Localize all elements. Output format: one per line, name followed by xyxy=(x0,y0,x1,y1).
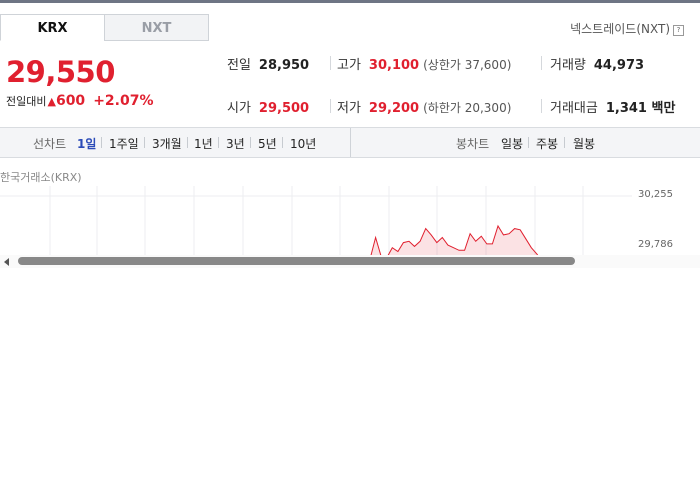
stat-low: 저가 29,200 (하한가 20,300) xyxy=(337,97,511,116)
divider xyxy=(250,137,251,148)
change-amount: 600 xyxy=(55,93,86,109)
stat-label: 거래대금 xyxy=(550,101,598,116)
help-icon[interactable]: ? xyxy=(673,25,684,36)
period-weekly-candle[interactable]: 주봉 xyxy=(536,135,558,152)
stat-label: 시가 xyxy=(227,101,251,116)
top-border xyxy=(0,0,700,3)
divider xyxy=(218,137,219,148)
candle-chart-label: 봉차트 xyxy=(456,137,490,151)
divider xyxy=(330,99,331,113)
period-daily-candle[interactable]: 일봉 xyxy=(501,135,523,152)
period-1d[interactable]: 1일 xyxy=(77,135,96,152)
change-label: 전일대비 xyxy=(6,95,47,108)
period-3m[interactable]: 3개월 xyxy=(152,135,182,152)
y-tick-label: 29,786 xyxy=(638,239,673,250)
nxt-info-link[interactable]: 넥스트레이드(NXT)? xyxy=(570,20,684,37)
divider xyxy=(528,137,529,148)
nxt-link-label: 넥스트레이드(NXT) xyxy=(570,22,670,36)
stat-value: 30,100 xyxy=(368,58,420,73)
divider xyxy=(282,137,283,148)
price-area xyxy=(320,226,548,283)
period-5y[interactable]: 5년 xyxy=(258,135,277,152)
period-1w[interactable]: 1주일 xyxy=(109,135,139,152)
divider xyxy=(350,128,351,157)
market-tabs: KRX NXT xyxy=(0,14,210,42)
period-1y[interactable]: 1년 xyxy=(194,135,213,152)
price-change: 전일대비▲600 +2.07% xyxy=(6,93,154,109)
stat-label: 저가 xyxy=(337,101,361,116)
period-10y[interactable]: 10년 xyxy=(290,135,316,152)
price-chart: 30,255 29,786 xyxy=(0,186,700,283)
y-tick-label: 30,255 xyxy=(638,189,673,200)
change-percent: +2.07% xyxy=(93,93,154,109)
divider xyxy=(541,99,542,113)
stat-value: 28,950 xyxy=(258,58,310,73)
chart-source-label: 한국거래소(KRX) xyxy=(0,171,82,184)
scroll-left-arrow-icon[interactable] xyxy=(4,258,9,266)
period-selector-bar: 선차트 1일 1주일 3개월 1년 3년 5년 10년 봉차트 일봉 주봉 월봉 xyxy=(0,127,700,158)
divider xyxy=(564,137,565,148)
divider xyxy=(144,137,145,148)
stat-value: 1,341 백만 xyxy=(605,101,676,116)
stat-label: 고가 xyxy=(337,58,361,73)
chart-scrollbar[interactable] xyxy=(0,255,700,268)
divider xyxy=(330,56,331,70)
stat-value: 29,500 xyxy=(258,101,310,116)
current-price: 29,550 xyxy=(6,55,115,89)
line-chart-label: 선차트 xyxy=(33,137,67,151)
divider xyxy=(101,137,102,148)
stat-amount: 거래대금 1,341 백만 xyxy=(550,97,675,116)
chart-grid xyxy=(0,186,632,257)
stat-high: 고가 30,100 (상한가 37,600) xyxy=(337,54,511,73)
stat-volume: 거래량 44,973 xyxy=(550,54,644,73)
stat-label: 전일 xyxy=(227,58,251,73)
period-3y[interactable]: 3년 xyxy=(226,135,245,152)
stat-value: 44,973 xyxy=(593,58,645,73)
tab-nxt[interactable]: NXT xyxy=(104,14,209,41)
lower-limit: (하한가 20,300) xyxy=(423,101,512,115)
tab-krx[interactable]: KRX xyxy=(0,14,105,41)
stat-label: 거래량 xyxy=(550,58,586,73)
stat-value: 29,200 xyxy=(368,101,420,116)
period-monthly-candle[interactable]: 월봉 xyxy=(573,135,595,152)
stat-open: 시가 29,500 xyxy=(227,97,309,116)
stat-prev-close: 전일 28,950 xyxy=(227,54,309,73)
scrollbar-thumb[interactable] xyxy=(18,257,575,265)
price-chart-svg xyxy=(0,186,632,283)
upper-limit: (상한가 37,600) xyxy=(423,58,512,72)
divider xyxy=(541,56,542,70)
divider xyxy=(187,137,188,148)
up-triangle-icon: ▲ xyxy=(47,95,56,108)
